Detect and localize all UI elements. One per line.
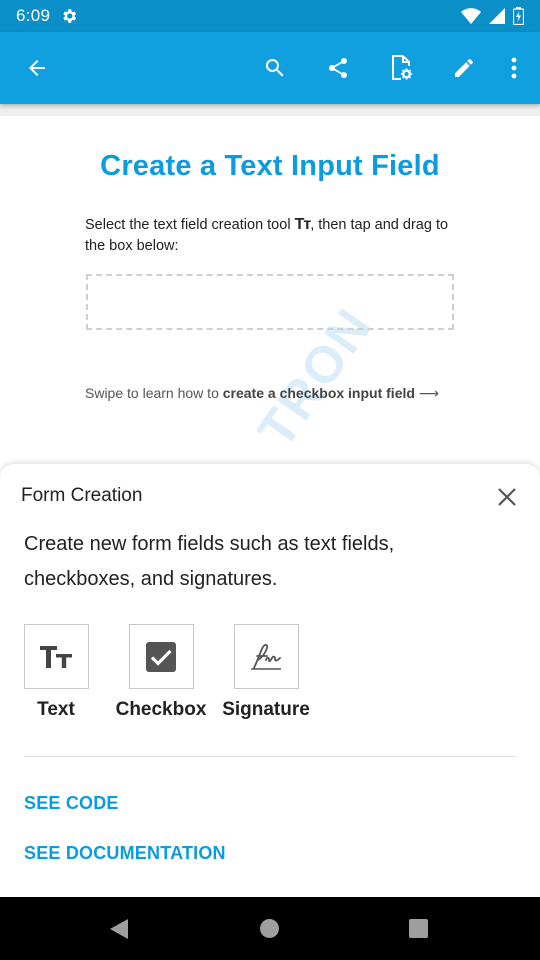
settings-icon — [63, 9, 77, 23]
swipe-link-text: create a checkbox input field — [222, 385, 415, 401]
share-icon — [328, 57, 347, 79]
tool-list: Text Checkbox Signature — [0, 624, 540, 724]
app-toolbar — [0, 32, 540, 104]
file-settings-icon — [392, 55, 412, 80]
tool-signature-box[interactable] — [233, 624, 299, 689]
overflow-menu-icon — [511, 57, 517, 79]
tool-text[interactable]: Text — [3, 624, 109, 721]
swipe-hint: Swipe to learn how to create a checkbox … — [85, 385, 439, 402]
nav-recents-icon[interactable] — [409, 919, 428, 938]
status-time: 6:09 — [16, 6, 51, 25]
sheet-description: Create new form fields such as text fiel… — [24, 533, 395, 590]
search-icon — [265, 59, 284, 77]
form-creation-sheet: Form Creation Create new form fields suc… — [0, 464, 540, 897]
tool-signature-label: Signature — [222, 699, 310, 720]
document-viewer[interactable]: TRON Create a Text Input Field Select th… — [0, 104, 540, 476]
status-bar: 6:09 — [0, 0, 540, 32]
system-nav-bar — [0, 897, 540, 960]
sheet-divider — [24, 756, 516, 757]
share-button[interactable] — [314, 44, 362, 92]
nav-back-icon[interactable] — [110, 919, 128, 939]
swipe-arrow-icon: ⟶ — [418, 385, 439, 401]
signal-icon — [489, 8, 505, 24]
toolbar-actions — [236, 44, 534, 92]
tool-signature[interactable]: Signature — [213, 624, 319, 721]
tool-checkbox[interactable]: Checkbox — [108, 624, 214, 721]
checkbox-icon — [146, 641, 176, 672]
tool-checkbox-label: Checkbox — [115, 699, 207, 720]
wifi-icon — [461, 8, 481, 24]
overflow-menu-button[interactable] — [494, 44, 534, 92]
text-tool-glyph-icon: Tт — [294, 216, 312, 233]
battery-icon — [513, 7, 524, 25]
instruction-before: Select the text field creation tool — [85, 217, 291, 233]
document-page[interactable]: TRON Create a Text Input Field Select th… — [0, 116, 540, 476]
close-button[interactable] — [494, 484, 520, 510]
see-documentation-link[interactable]: SEE DOCUMENTATION — [24, 843, 226, 864]
file-settings-button[interactable] — [377, 44, 425, 92]
text-field-icon — [40, 645, 72, 668]
tool-checkbox-box[interactable] — [128, 624, 194, 689]
signature-icon — [251, 643, 281, 670]
back-button[interactable] — [13, 44, 61, 92]
back-arrow-icon — [29, 60, 45, 76]
close-icon — [498, 488, 516, 506]
document-instruction: Select the text field creation tool Tт, … — [85, 214, 465, 257]
text-field-drop-box[interactable] — [86, 274, 454, 330]
nav-home-icon[interactable] — [260, 919, 279, 938]
swipe-prefix: Swipe to learn how to — [85, 385, 223, 401]
search-button[interactable] — [251, 44, 299, 92]
edit-pencil-icon — [455, 59, 473, 77]
document-title: Create a Text Input Field — [100, 150, 440, 182]
see-code-link[interactable]: SEE CODE — [24, 793, 119, 814]
sheet-title: Form Creation — [21, 485, 143, 506]
edit-button[interactable] — [440, 44, 488, 92]
tool-text-box[interactable] — [23, 624, 89, 689]
tool-text-label: Text — [37, 699, 75, 720]
